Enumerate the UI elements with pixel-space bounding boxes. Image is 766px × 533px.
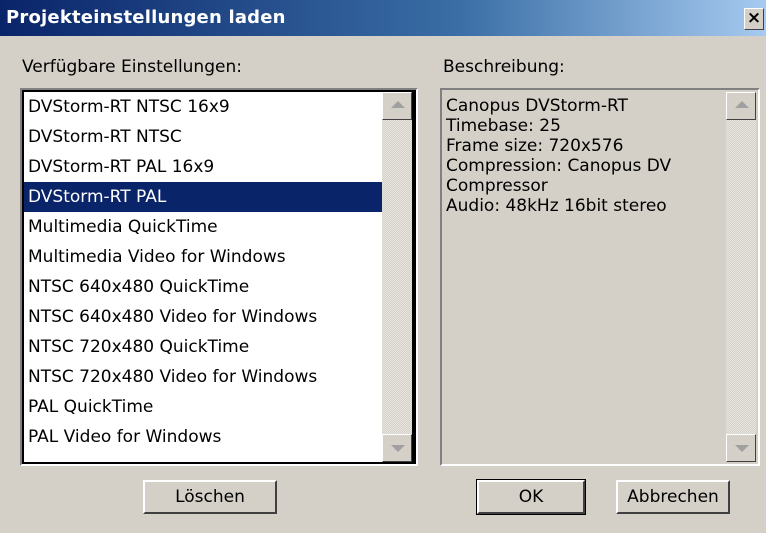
settings-scrollbar[interactable] <box>382 92 412 462</box>
list-item-pal-quicktime[interactable]: PAL QuickTime <box>24 392 382 422</box>
description-line: Timebase: 25 <box>446 116 561 136</box>
scroll-up-arrow-icon <box>735 101 749 108</box>
list-item-pal-vfw[interactable]: PAL Video for Windows <box>24 422 382 452</box>
description-text: Canopus DVStorm-RT Timebase: 25 Frame si… <box>446 96 722 216</box>
delete-button[interactable]: Löschen <box>143 480 277 514</box>
scroll-down-arrow-icon <box>391 445 405 452</box>
list-item-ntsc-720-quicktime[interactable]: NTSC 720x480 QuickTime <box>24 332 382 362</box>
description-line: Audio: 48kHz 16bit stereo <box>446 196 667 216</box>
description-scroll-up-button[interactable] <box>726 92 756 120</box>
description-line: Compressor <box>446 176 548 196</box>
settings-list: DVStorm-RT NTSC 16x9 DVStorm-RT NTSC DVS… <box>24 92 382 462</box>
settings-scroll-down-button[interactable] <box>382 434 412 462</box>
list-item-ntsc-640-quicktime[interactable]: NTSC 640x480 QuickTime <box>24 272 382 302</box>
scroll-down-arrow-icon <box>735 445 749 452</box>
window-title: Projekteinstellungen laden <box>6 7 286 28</box>
description-line: Frame size: 720x576 <box>446 136 624 156</box>
description-scrollbar[interactable] <box>726 92 756 462</box>
list-item-dvstorm-pal[interactable]: DVStorm-RT PAL <box>24 182 382 212</box>
cancel-button[interactable]: Abbrechen <box>616 480 730 514</box>
list-item-dvstorm-ntsc[interactable]: DVStorm-RT NTSC <box>24 122 382 152</box>
description-box: Canopus DVStorm-RT Timebase: 25 Frame si… <box>440 88 760 466</box>
close-icon: × <box>746 8 762 28</box>
description-line: Compression: Canopus DV <box>446 156 672 176</box>
list-item-ntsc-640-vfw[interactable]: NTSC 640x480 Video for Windows <box>24 302 382 332</box>
settings-scroll-up-button[interactable] <box>382 92 412 120</box>
list-item-dvstorm-pal-16x9[interactable]: DVStorm-RT PAL 16x9 <box>24 152 382 182</box>
list-item-dvstorm-ntsc-16x9[interactable]: DVStorm-RT NTSC 16x9 <box>24 92 382 122</box>
description-label: Beschreibung: <box>443 57 565 77</box>
close-button[interactable]: × <box>744 8 764 30</box>
list-item-multimedia-vfw[interactable]: Multimedia Video for Windows <box>24 242 382 272</box>
settings-listbox[interactable]: DVStorm-RT NTSC 16x9 DVStorm-RT NTSC DVS… <box>20 88 418 466</box>
description-scroll-down-button[interactable] <box>726 434 756 462</box>
title-bar: Projekteinstellungen laden × <box>0 0 766 36</box>
available-settings-label: Verfügbare Einstellungen: <box>22 57 242 77</box>
ok-button[interactable]: OK <box>476 479 586 515</box>
description-line: Canopus DVStorm-RT <box>446 96 628 116</box>
list-item-ntsc-720-vfw[interactable]: NTSC 720x480 Video for Windows <box>24 362 382 392</box>
list-item-multimedia-quicktime[interactable]: Multimedia QuickTime <box>24 212 382 242</box>
scroll-up-arrow-icon <box>391 101 405 108</box>
